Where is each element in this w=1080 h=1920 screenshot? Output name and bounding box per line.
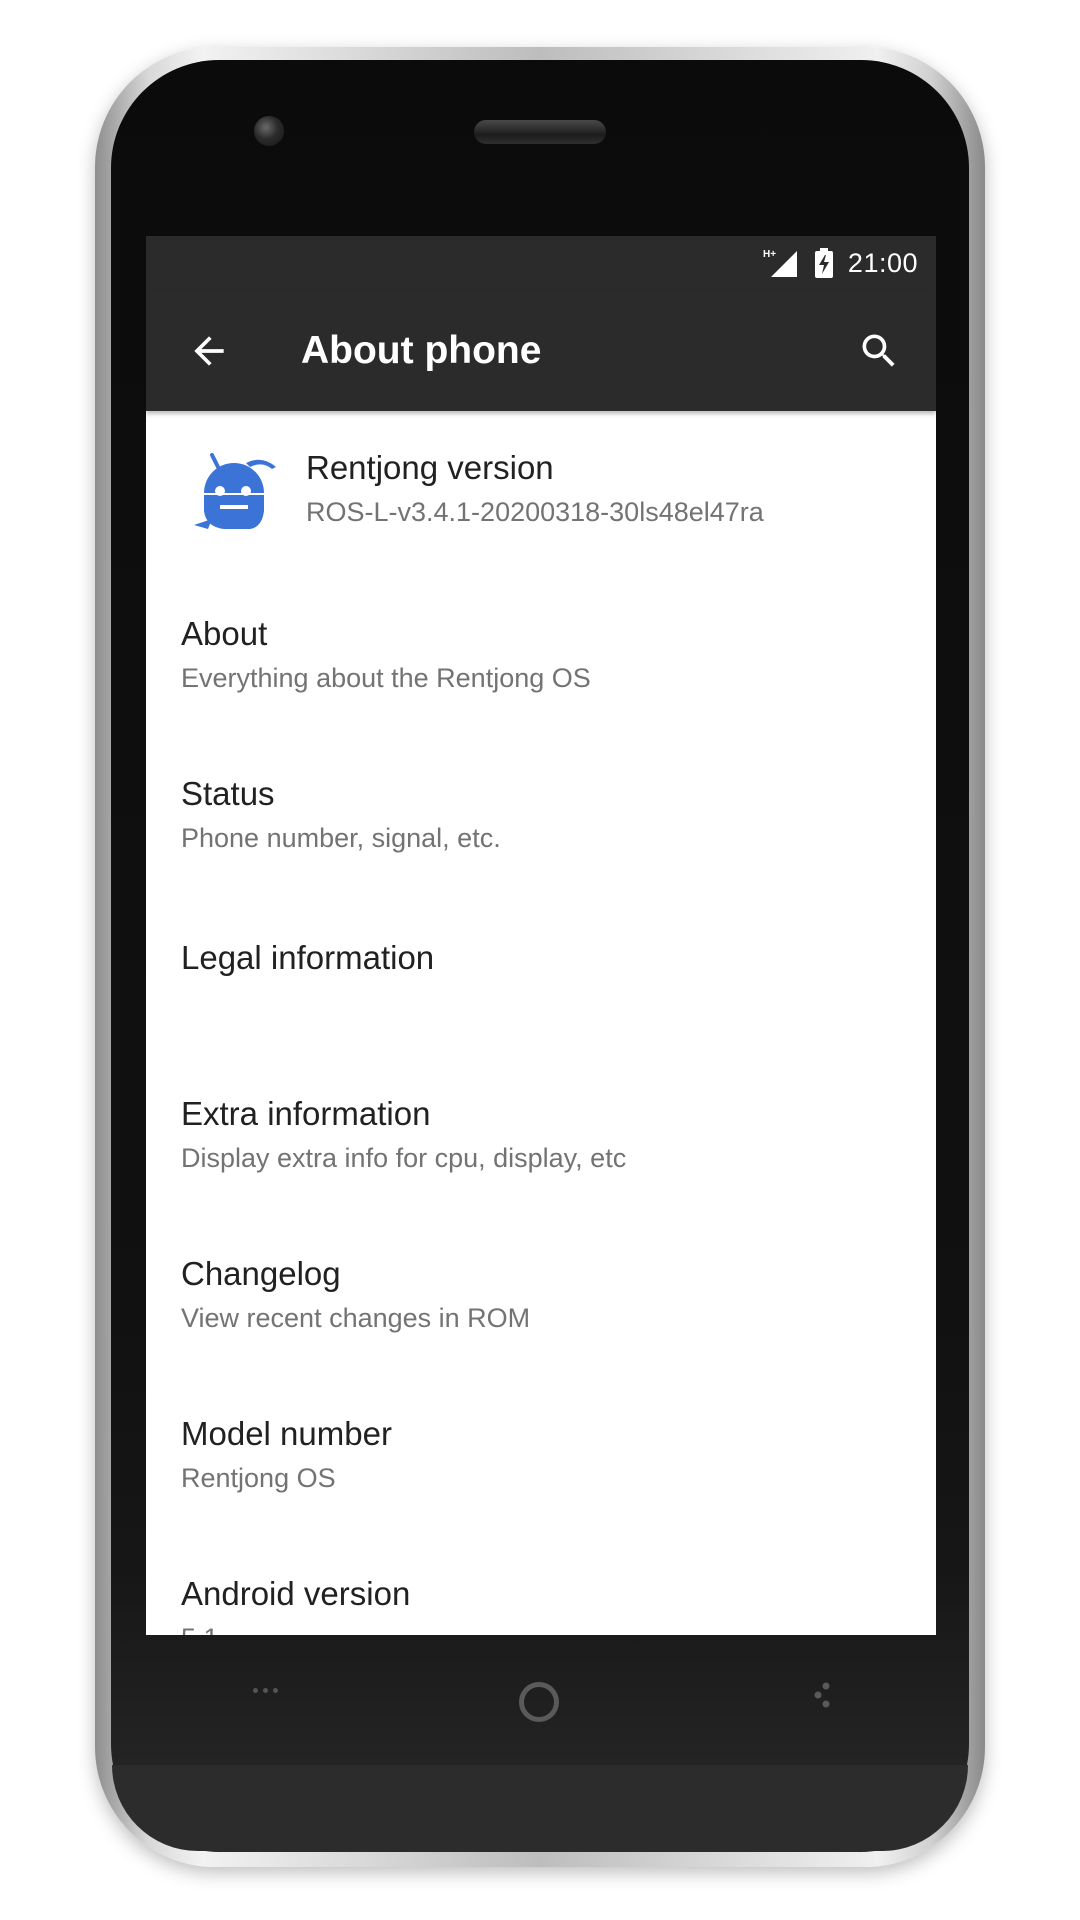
setting-about[interactable]: About Everything about the Rentjong OS	[146, 571, 936, 731]
setting-title: Legal information	[181, 939, 435, 976]
setting-summary: Phone number, signal, etc.	[181, 823, 501, 853]
settings-list: Rentjong version ROS-L-v3.4.1-20200318-3…	[146, 411, 936, 1635]
setting-title: Model number	[181, 1415, 392, 1452]
setting-summary: Rentjong OS	[181, 1463, 336, 1493]
setting-extra-information[interactable]: Extra information Display extra info for…	[146, 1051, 936, 1211]
menu-dot-icon	[273, 1688, 278, 1693]
signal-icon: H+	[762, 246, 800, 280]
back-key-icon	[814, 1682, 830, 1708]
front-camera	[254, 116, 284, 146]
setting-summary: ROS-L-v3.4.1-20200318-30ls48el47ra	[306, 497, 764, 527]
setting-summary: 5.1	[181, 1623, 219, 1635]
status-time: 21:00	[847, 247, 918, 278]
page-title: About phone	[301, 329, 542, 372]
setting-title: Rentjong version	[306, 449, 554, 486]
setting-summary: Everything about the Rentjong OS	[181, 663, 591, 693]
rentjong-logo-icon	[194, 453, 276, 529]
setting-summary: View recent changes in ROM	[181, 1303, 531, 1333]
setting-title: About	[181, 615, 268, 652]
setting-summary: Display extra info for cpu, display, etc	[181, 1143, 627, 1173]
setting-legal-information[interactable]: Legal information	[146, 891, 936, 1051]
menu-key[interactable]	[253, 1688, 278, 1693]
search-icon	[862, 334, 895, 367]
menu-dot-icon	[253, 1688, 258, 1693]
setting-title: Android version	[181, 1575, 411, 1612]
app-bar: About phone	[146, 290, 936, 411]
home-key[interactable]	[519, 1682, 559, 1722]
screen: H+ 21:00 About phone Rentjong version RO…	[146, 236, 936, 1635]
phone-chin	[112, 1765, 968, 1851]
setting-changelog[interactable]: Changelog View recent changes in ROM	[146, 1211, 936, 1371]
search-button[interactable]	[852, 324, 906, 378]
setting-android-version[interactable]: Android version 5.1	[146, 1531, 936, 1635]
setting-title: Status	[181, 775, 275, 812]
setting-title: Changelog	[181, 1255, 341, 1292]
back-key[interactable]	[810, 1680, 834, 1710]
setting-model-number[interactable]: Model number Rentjong OS	[146, 1371, 936, 1531]
arrow-back-icon	[194, 336, 224, 366]
status-bar: H+ 21:00	[146, 236, 936, 290]
back-button[interactable]	[184, 326, 234, 376]
menu-dot-icon	[263, 1688, 268, 1693]
setting-status[interactable]: Status Phone number, signal, etc.	[146, 731, 936, 891]
network-type-label: H+	[763, 249, 776, 260]
status-icons: H+ 21:00	[762, 236, 918, 290]
battery-charging-icon	[814, 248, 834, 278]
earpiece-speaker	[474, 120, 606, 144]
setting-title: Extra information	[181, 1095, 431, 1132]
setting-rentjong-version[interactable]: Rentjong version ROS-L-v3.4.1-20200318-3…	[146, 411, 936, 571]
